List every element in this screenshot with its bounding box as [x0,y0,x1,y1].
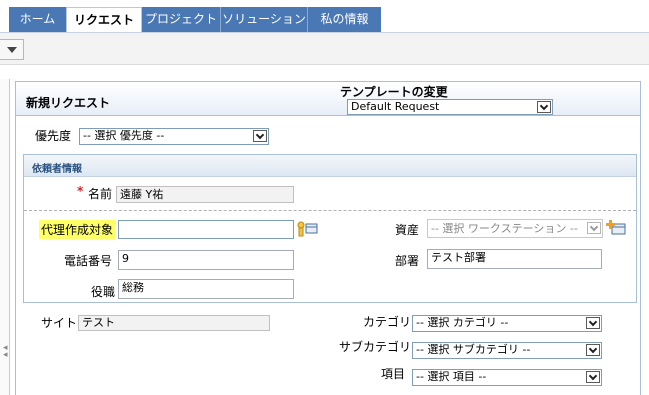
tab-my-info[interactable]: 私の情報 [308,7,381,32]
new-request-panel: 新規リクエスト テンプレートの変更 Default Request 優先度 --… [15,81,641,395]
phone-label: 電話番号 [64,254,113,268]
department-label: 部署 [395,254,420,268]
proxy-requester-label: 代理作成対象 [39,220,116,239]
user-lookup-icon[interactable] [296,221,318,240]
job-title-label: 役職 [91,285,116,299]
dropdown-arrow-icon [586,371,600,383]
template-change-label: テンプレートの変更 [340,85,448,99]
toolbar-dropdown-button[interactable] [0,39,24,60]
priority-label: 優先度 [35,129,72,143]
dropdown-arrow-icon [253,130,267,142]
name-field: 遠藤 Y祐 [116,186,294,203]
requester-section-title: 依頼者情報 [32,164,82,175]
add-asset-icon[interactable] [606,220,626,239]
name-label: 名前 [88,187,113,201]
requester-section-header: 依頼者情報 [24,155,636,177]
category-select-value: -- 選択 カテゴリ -- [416,316,509,329]
dropdown-arrow-icon [587,222,601,234]
top-navigation: ホーム リクエスト プロジェクト ソリューション 私の情報 [0,0,649,33]
subcategory-select-value: -- 選択 サブカテゴリ -- [416,343,531,356]
dropdown-arrow-icon [586,344,600,356]
required-marker: * [77,184,84,198]
tab-solutions[interactable]: ソリューション [221,7,307,32]
proxy-requester-input[interactable] [118,220,294,239]
job-title-input[interactable]: 総務 [118,279,294,299]
panel-header: 新規リクエスト テンプレートの変更 Default Request [16,82,640,116]
dropdown-arrow-icon [537,101,551,113]
category-label: カテゴリ [363,315,412,329]
subcategory-select[interactable]: -- 選択 サブカテゴリ -- [412,342,602,359]
dropdown-arrow-icon [586,317,600,329]
requester-info-section: 依頼者情報 * 名前 遠藤 Y祐 代理作成対象 資産 -- 選択 ワークステーシ… [23,154,637,303]
template-select-value: Default Request [351,100,440,113]
template-select[interactable]: Default Request [347,99,553,115]
toolbar [0,32,649,65]
priority-select[interactable]: -- 選択 優先度 -- [79,128,269,145]
tab-home[interactable]: ホーム [9,7,66,32]
page-title: 新規リクエスト [26,96,111,110]
tab-requests[interactable]: リクエスト [66,7,142,32]
collapse-handle-icon[interactable]: ◂ ◂ [3,344,10,365]
site-label: サイト [41,316,78,330]
tab-projects[interactable]: プロジェクト [142,7,220,32]
asset-select-value: -- 選択 ワークステーション -- [431,222,578,235]
department-input[interactable]: テスト部署 [427,249,602,269]
subcategory-label: サブカテゴリ [339,340,412,354]
chevron-down-icon [7,47,17,53]
item-select-value: -- 選択 項目 -- [416,370,487,383]
site-field: テスト [78,315,270,331]
phone-input[interactable]: 9 [118,250,294,270]
asset-select[interactable]: -- 選択 ワークステーション -- [427,219,603,238]
priority-select-value: -- 選択 優先度 -- [83,129,165,142]
asset-label: 資産 [395,223,420,237]
category-select[interactable]: -- 選択 カテゴリ -- [412,315,602,332]
item-label: 項目 [381,367,406,381]
section-divider [24,210,636,211]
item-select[interactable]: -- 選択 項目 -- [412,369,602,386]
